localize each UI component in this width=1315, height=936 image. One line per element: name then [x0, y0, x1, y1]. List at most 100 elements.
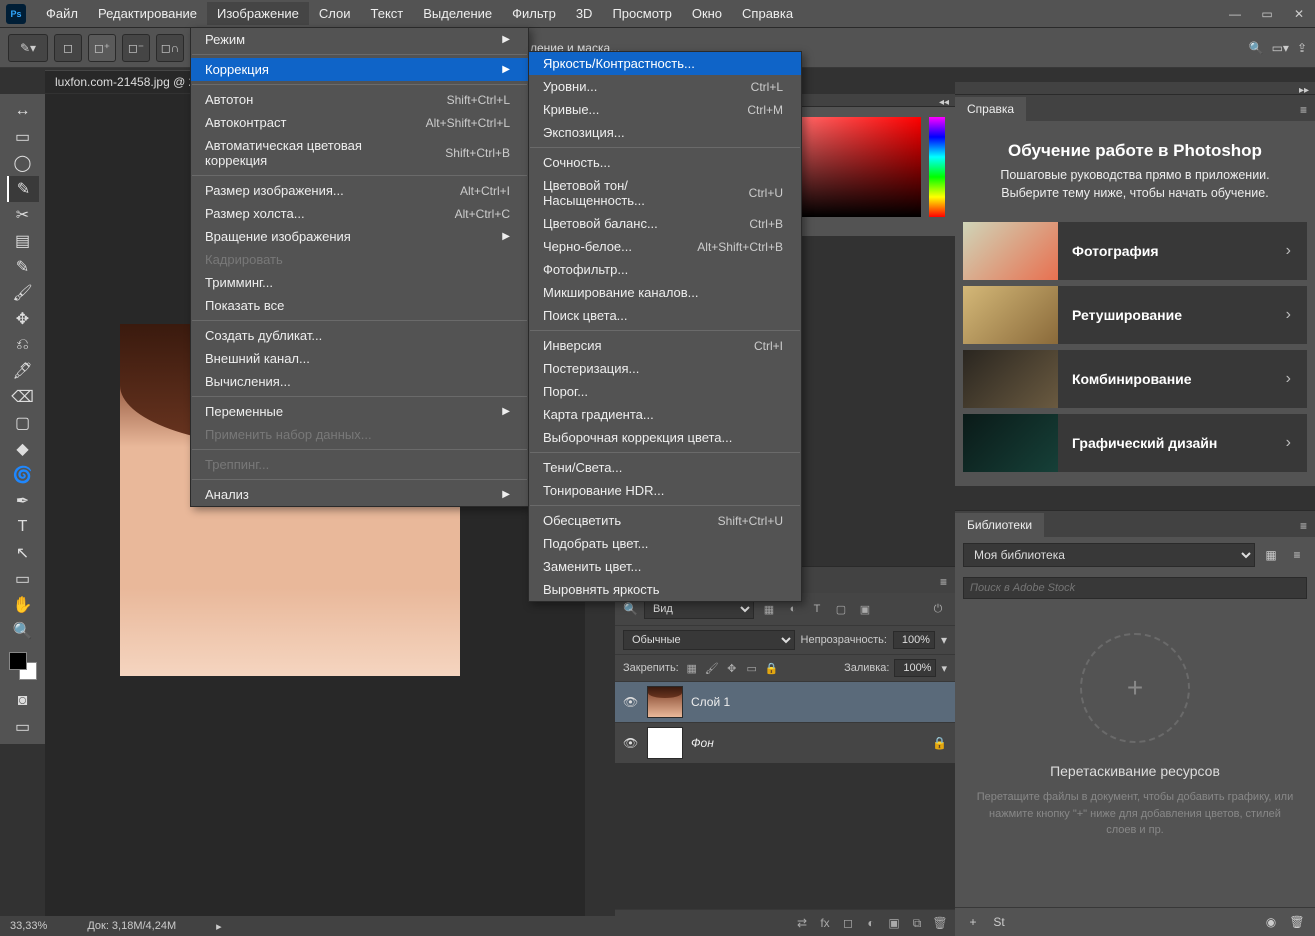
menu-item[interactable]: Режим▶ — [191, 28, 528, 51]
tool-18[interactable]: ▭ — [7, 566, 39, 592]
tool-10[interactable]: 🖋 — [7, 358, 39, 384]
menubar-item-справка[interactable]: Справка — [732, 2, 803, 25]
menu-item[interactable]: Показать все — [191, 294, 528, 317]
screenmode-toggle[interactable]: ▭ — [7, 714, 39, 740]
fx-icon[interactable]: fx — [816, 914, 834, 932]
tool-16[interactable]: T — [7, 514, 39, 540]
panel-menu-icon[interactable]: ≡ — [1292, 99, 1315, 121]
tool-20[interactable]: 🔍 — [7, 618, 39, 644]
learn-card[interactable]: Фотография› — [963, 222, 1307, 280]
panel-menu-icon[interactable]: ≡ — [932, 571, 955, 593]
visibility-icon[interactable]: 👁 — [623, 736, 639, 750]
minimize-button[interactable]: — — [1225, 7, 1245, 21]
menu-item[interactable]: Порог... — [529, 380, 801, 403]
layer-name[interactable]: Слой 1 — [691, 695, 730, 709]
menu-item[interactable]: АвтотонShift+Ctrl+L — [191, 88, 528, 111]
menubar-item-файл[interactable]: Файл — [36, 2, 88, 25]
status-arrow-icon[interactable]: ▸ — [216, 920, 222, 933]
tool-8[interactable]: ✥ — [7, 306, 39, 332]
selection-subtract-button[interactable]: ◻⁻ — [122, 34, 150, 62]
tool-1[interactable]: ▭ — [7, 124, 39, 150]
tool-11[interactable]: ⌫ — [7, 384, 39, 410]
tool-6[interactable]: ✎ — [7, 254, 39, 280]
visibility-icon[interactable]: 👁 — [623, 695, 639, 709]
menu-item[interactable]: АвтоконтрастAlt+Shift+Ctrl+L — [191, 111, 528, 134]
menu-item[interactable]: Заменить цвет... — [529, 555, 801, 578]
menu-item[interactable]: Цветовой баланс...Ctrl+B — [529, 212, 801, 235]
opacity-input[interactable] — [893, 631, 935, 649]
grid-view-icon[interactable]: ▦ — [1261, 545, 1281, 565]
library-drop-zone[interactable]: + Перетаскивание ресурсов Перетащите фай… — [955, 603, 1315, 859]
new-layer-icon[interactable]: ⧉ — [908, 914, 926, 932]
filter-type-icon[interactable]: T — [808, 600, 826, 618]
menu-item[interactable]: Черно-белое...Alt+Shift+Ctrl+B — [529, 235, 801, 258]
menu-item[interactable]: Тени/Света... — [529, 456, 801, 479]
tool-15[interactable]: ✒ — [7, 488, 39, 514]
link-layers-icon[interactable]: ⇄ — [793, 914, 811, 932]
menu-item[interactable]: Вычисления... — [191, 370, 528, 393]
menu-item[interactable]: Размер холста...Alt+Ctrl+C — [191, 202, 528, 225]
menubar-item-фильтр[interactable]: Фильтр — [502, 2, 566, 25]
tool-7[interactable]: 🖌 — [7, 280, 39, 306]
tool-14[interactable]: 🌀 — [7, 462, 39, 488]
menu-item[interactable]: Создать дубликат... — [191, 324, 528, 347]
menu-item[interactable]: Тримминг... — [191, 271, 528, 294]
color-swatches[interactable] — [9, 652, 37, 680]
menu-item[interactable]: Внешний канал... — [191, 347, 528, 370]
document-tab[interactable]: luxfon.com-21458.jpg @ 2 — [45, 70, 205, 93]
menu-item[interactable]: Поиск цвета... — [529, 304, 801, 327]
workspace-switcher[interactable]: ▭▾ — [1272, 41, 1289, 55]
share-icon[interactable]: ⇪ — [1297, 41, 1307, 55]
filter-toggle[interactable]: ⏻ — [929, 600, 947, 618]
menu-item[interactable]: Выровнять яркость — [529, 578, 801, 601]
menu-item[interactable]: Уровни...Ctrl+L — [529, 75, 801, 98]
menu-item[interactable]: Подобрать цвет... — [529, 532, 801, 555]
cc-sync-icon[interactable]: ◉ — [1261, 912, 1281, 932]
menu-item[interactable]: ИнверсияCtrl+I — [529, 334, 801, 357]
filter-pixel-icon[interactable]: ▦ — [760, 600, 778, 618]
tool-17[interactable]: ↖ — [7, 540, 39, 566]
blend-mode-select[interactable]: Обычные — [623, 630, 795, 650]
menu-item[interactable]: ОбесцветитьShift+Ctrl+U — [529, 509, 801, 532]
menubar-item-слои[interactable]: Слои — [309, 2, 361, 25]
lock-pixels-icon[interactable]: ▦ — [684, 660, 700, 676]
delete-icon[interactable]: 🗑 — [931, 914, 949, 932]
learn-card[interactable]: Графический дизайн› — [963, 414, 1307, 472]
menu-item[interactable]: Кривые...Ctrl+M — [529, 98, 801, 121]
menu-item[interactable]: Автоматическая цветовая коррекцияShift+C… — [191, 134, 528, 172]
learn-card[interactable]: Ретуширование› — [963, 286, 1307, 344]
lock-position-icon[interactable]: ✥ — [724, 660, 740, 676]
quickmask-toggle[interactable]: ◙ — [7, 688, 39, 714]
selection-add-button[interactable]: ◻⁺ — [88, 34, 116, 62]
stock-icon[interactable]: St — [989, 912, 1009, 932]
tool-preset-picker[interactable]: ✎▾ — [8, 34, 48, 62]
filter-shape-icon[interactable]: ▢ — [832, 600, 850, 618]
filter-smart-icon[interactable]: ▣ — [856, 600, 874, 618]
tab-help[interactable]: Справка — [955, 97, 1027, 121]
tab-libraries[interactable]: Библиотеки — [955, 513, 1045, 537]
menu-item[interactable]: Яркость/Контрастность... — [529, 52, 801, 75]
chevron-down-icon[interactable]: ▾ — [941, 633, 947, 647]
layer-filter-type[interactable]: Вид — [644, 599, 754, 619]
menu-item[interactable]: Размер изображения...Alt+Ctrl+I — [191, 179, 528, 202]
menubar-item-окно[interactable]: Окно — [682, 2, 732, 25]
menu-item[interactable]: Постеризация... — [529, 357, 801, 380]
menubar-item-текст[interactable]: Текст — [361, 2, 414, 25]
search-icon[interactable]: 🔍 — [1249, 41, 1264, 55]
learn-card[interactable]: Комбинирование› — [963, 350, 1307, 408]
menubar-item-3d[interactable]: 3D — [566, 2, 603, 25]
hue-slider[interactable] — [929, 117, 945, 217]
menu-item[interactable]: Карта градиента... — [529, 403, 801, 426]
chevron-down-icon[interactable]: ▾ — [941, 662, 947, 675]
menu-item[interactable]: Переменные▶ — [191, 400, 528, 423]
menu-item[interactable]: Выборочная коррекция цвета... — [529, 426, 801, 449]
list-view-icon[interactable]: ≡ — [1287, 545, 1307, 565]
tool-3[interactable]: ✎ — [7, 176, 39, 202]
selection-intersect-button[interactable]: ◻∩ — [156, 34, 184, 62]
tool-9[interactable]: ⎌ — [7, 332, 39, 358]
menubar-item-редактирование[interactable]: Редактирование — [88, 2, 207, 25]
group-icon[interactable]: ▣ — [885, 914, 903, 932]
library-select[interactable]: Моя библиотека — [963, 543, 1255, 567]
menu-item[interactable]: Фотофильтр... — [529, 258, 801, 281]
menu-item[interactable]: Сочность... — [529, 151, 801, 174]
